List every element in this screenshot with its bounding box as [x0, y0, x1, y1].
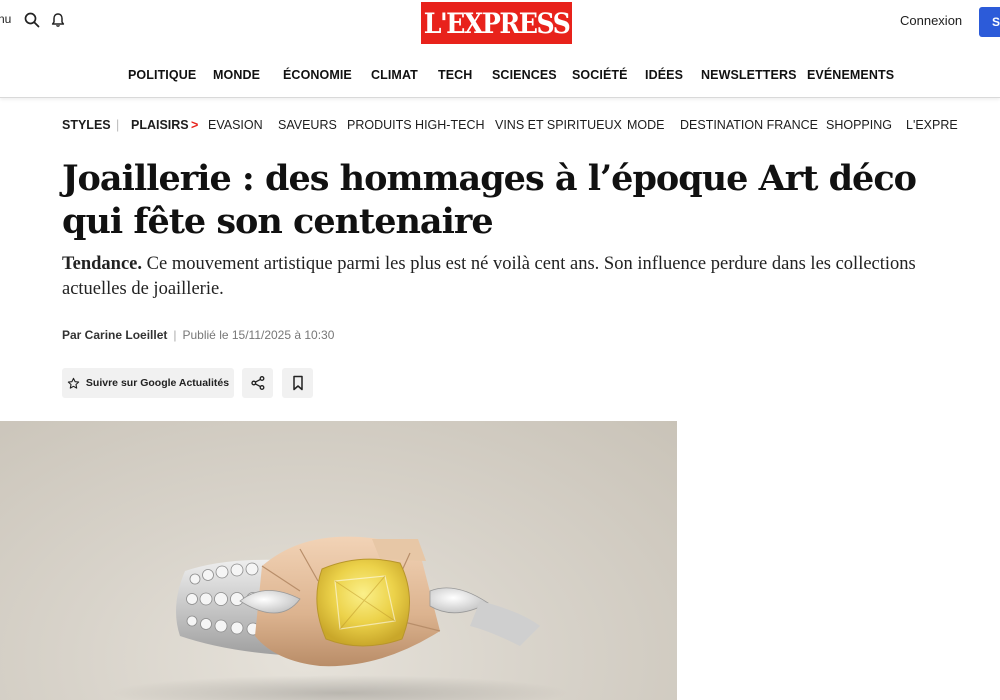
subnav-divider: |: [116, 118, 120, 132]
site-logo[interactable]: L'EXPRESS: [421, 2, 572, 44]
bookmark-button[interactable]: [282, 368, 313, 398]
hero-image: [0, 421, 677, 700]
nav-item-tech[interactable]: TECH: [438, 68, 472, 82]
subnav-item-saveurs[interactable]: SAVEURS: [278, 118, 337, 132]
nav-item-newsletters[interactable]: NEWSLETTERS: [701, 68, 797, 82]
nav-item-sciences[interactable]: SCIENCES: [492, 68, 557, 82]
subnav-item-mode[interactable]: MODE: [627, 118, 665, 132]
nav-item-idees[interactable]: IDÉES: [645, 68, 683, 82]
article-title: Joaillerie : des hommages à l’époque Art…: [62, 158, 917, 242]
subnav-item-shopping[interactable]: SHOPPING: [826, 118, 892, 132]
subnav-item-evasion[interactable]: EVASION: [208, 118, 263, 132]
menu-label[interactable]: nu: [0, 12, 11, 26]
subnav-item-lexpress[interactable]: L'EXPRE: [906, 118, 958, 132]
author-link[interactable]: Par Carine Loeillet: [62, 328, 167, 342]
subnav-item-destination-france[interactable]: DESTINATION FRANCE: [680, 118, 818, 132]
follow-label: Suivre sur Google Actualités: [85, 377, 230, 389]
bookmark-icon: [292, 375, 303, 391]
lead-tag: Tendance.: [62, 254, 143, 274]
publish-date: Publié le 15/11/2025 à 10:30: [182, 328, 335, 342]
chevron-right-icon: >: [191, 118, 199, 132]
subscribe-button[interactable]: S': [979, 7, 1000, 37]
nav-item-economie[interactable]: ÉCONOMIE: [283, 68, 352, 82]
star-icon: [67, 377, 80, 389]
lead-text: Ce mouvement artistique parmi les plus e…: [62, 254, 916, 299]
search-icon[interactable]: [23, 11, 41, 29]
main-nav: POLITIQUE MONDE ÉCONOMIE CLIMAT TECH SCI…: [0, 68, 1000, 84]
byline: Par Carine Loeillet | Publié le 15/11/2025…: [62, 328, 334, 342]
nav-item-climat[interactable]: CLIMAT: [371, 68, 418, 82]
site-header: nu L'EXPRESS Connexion S' POLITIQUE MOND…: [0, 0, 1000, 98]
subnav-item-vins-et-spiritueux[interactable]: VINS ET SPIRITUEUX: [495, 118, 622, 132]
follow-google-news-button[interactable]: Suivre sur Google Actualités: [62, 368, 234, 398]
section-subnav: STYLES | PLAISIRS > EVASION SAVEURS PROD…: [62, 118, 1000, 134]
subnav-item-plaisirs[interactable]: PLAISIRS: [131, 118, 189, 132]
share-button[interactable]: [242, 368, 273, 398]
nav-item-evenements[interactable]: EVÉNEMENTS: [807, 68, 894, 82]
ring-photo: [110, 536, 570, 700]
nav-item-monde[interactable]: MONDE: [213, 68, 260, 82]
bell-icon[interactable]: [49, 11, 67, 29]
article-lead: Tendance. Ce mouvement artistique parmi …: [62, 252, 932, 302]
nav-item-societe[interactable]: SOCIÉTÉ: [572, 68, 628, 82]
share-icon: [250, 376, 264, 390]
subnav-section-styles[interactable]: STYLES: [62, 118, 111, 132]
byline-divider: |: [173, 328, 177, 342]
nav-item-politique[interactable]: POLITIQUE: [128, 68, 196, 82]
subnav-item-produits-high-tech[interactable]: PRODUITS HIGH-TECH: [347, 118, 485, 132]
login-link[interactable]: Connexion: [900, 13, 962, 28]
